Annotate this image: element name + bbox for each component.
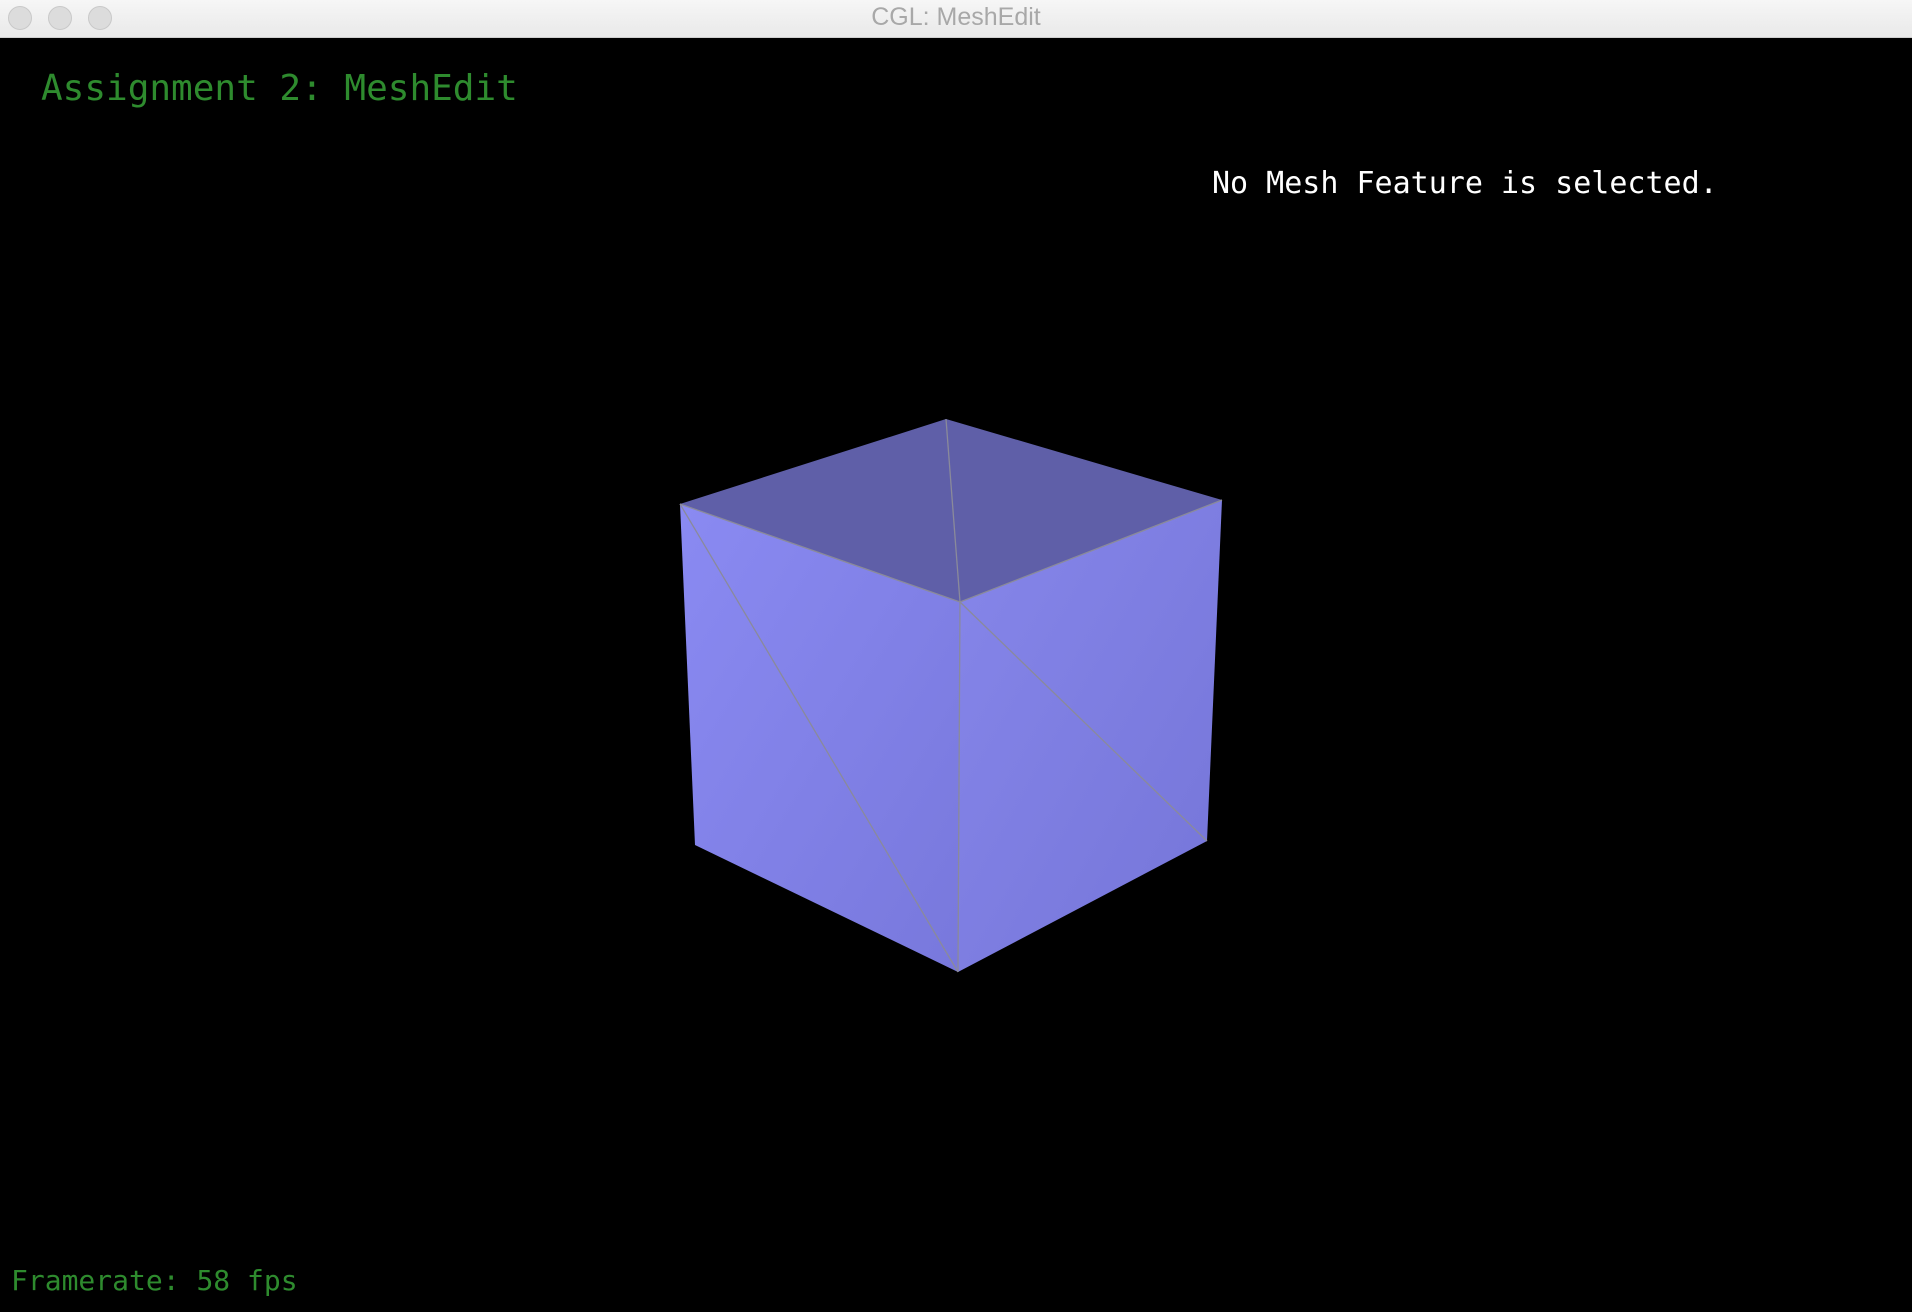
title-bar[interactable]: CGL: MeshEdit [0, 0, 1912, 38]
app-window: CGL: MeshEdit Assignment 2: MeshEdit No … [0, 0, 1912, 1312]
selection-status-text: No Mesh Feature is selected. [1212, 166, 1718, 201]
framerate-value: 58 fps [196, 1264, 298, 1297]
framerate-label: Framerate: [11, 1264, 180, 1297]
cube-mesh[interactable] [679, 418, 1223, 973]
assignment-title: Assignment 2: MeshEdit [41, 68, 518, 109]
render-viewport[interactable]: Assignment 2: MeshEdit No Mesh Feature i… [0, 38, 1912, 1312]
window-title: CGL: MeshEdit [871, 3, 1041, 31]
framerate-readout: Framerate: 58 fps [11, 1264, 298, 1297]
mesh-canvas[interactable] [0, 38, 1912, 1312]
